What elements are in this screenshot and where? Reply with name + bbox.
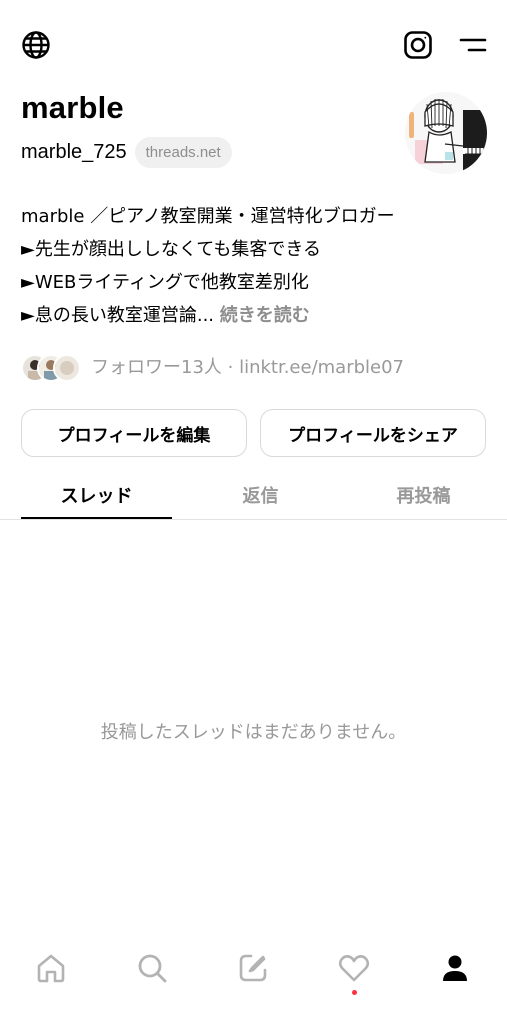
share-profile-button[interactable]: プロフィールをシェア [260,409,486,457]
globe-icon[interactable] [19,28,53,62]
tab-threads[interactable]: スレッド [21,470,172,519]
empty-state-message: 投稿したスレッドはまだありません。 [100,722,407,743]
tab-reposts[interactable]: 再投稿 [348,470,499,519]
avatar[interactable] [405,92,487,174]
username-row: marble_725 threads.net [21,137,232,168]
follower-avatar [53,354,81,382]
username: marble_725 [21,141,127,163]
compose-icon[interactable] [231,946,275,990]
bottom-nav [0,940,507,1000]
threads-domain-chip[interactable]: threads.net [134,137,232,168]
edit-profile-button[interactable]: プロフィールを編集 [21,409,247,457]
followers-row: フォロワー13人 · linktr.ee/marble07 [21,351,404,382]
notification-dot [352,990,357,995]
follower-avatars[interactable] [21,352,81,382]
profile-tabs: スレッド 返信 再投稿 [0,470,507,520]
bio-line-last: ►息の長い教室運営論... 続きを読む [21,299,491,332]
followers-link-text[interactable]: フォロワー13人 · linktr.ee/marble07 [91,353,404,379]
heart-icon[interactable] [332,946,376,990]
search-icon[interactable] [130,946,174,990]
profile-icon[interactable] [433,946,477,990]
bio: marble ／ピアノ教室開業・運営特化ブロガー ►先生が顔出ししなくても集客で… [21,200,491,332]
read-more-link[interactable]: 続きを読む [220,305,310,326]
tab-replies[interactable]: 返信 [185,470,336,519]
bio-line: marble ／ピアノ教室開業・運営特化ブロガー [21,206,395,227]
instagram-icon[interactable] [401,28,435,62]
bio-line-text: ►息の長い教室運営論... [21,305,215,326]
menu-icon[interactable] [456,28,490,62]
active-tab-indicator [21,517,172,519]
bio-line: ►WEBライティングで他教室差別化 [21,272,309,293]
bio-line: ►先生が顔出ししなくても集客できる [21,239,322,260]
home-icon[interactable] [29,946,73,990]
display-name: marble [21,90,124,125]
